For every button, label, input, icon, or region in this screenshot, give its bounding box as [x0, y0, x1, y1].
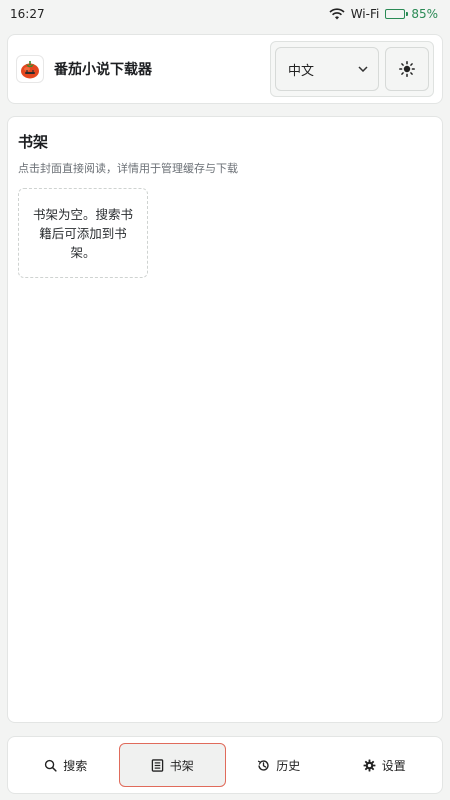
app-title: 番茄小说下载器 [54, 62, 152, 78]
nav-label: 书架 [169, 758, 194, 773]
nav-item-bookshelf[interactable]: 书架 [118, 743, 226, 787]
status-bar: 16:27 Wi-Fi 85% [0, 0, 450, 28]
status-indicators: Wi-Fi 85% [329, 7, 438, 21]
page-title: 书架 [18, 133, 49, 151]
nav-item-settings[interactable]: 设置 [332, 743, 438, 787]
status-time: 16:27 [10, 7, 45, 21]
gear-icon [363, 759, 376, 771]
bookshelf-icon [151, 758, 163, 772]
theme-toggle-button[interactable] [385, 47, 429, 91]
nav-label: 历史 [276, 758, 301, 773]
bottom-nav: 搜索 书架 历史 设置 [7, 736, 443, 794]
language-selected-value: 中文 [288, 63, 315, 79]
language-select[interactable]: 中文 [275, 47, 379, 91]
history-icon [258, 759, 269, 771]
page-description: 点击封面直接阅读，详情用于管理缓存与下载 [18, 162, 238, 175]
sun-icon [399, 61, 415, 77]
app-header: 番茄小说下载器 中文 [7, 34, 443, 104]
search-icon [45, 759, 57, 772]
bookshelf-panel: 书架 点击封面直接阅读，详情用于管理缓存与下载 书架为空。搜索书籍后可添加到书架… [7, 116, 443, 723]
wifi-icon [329, 8, 345, 20]
battery-indicator: 85% [385, 7, 438, 21]
nav-label: 搜索 [63, 758, 88, 773]
battery-icon [385, 9, 409, 19]
nav-item-history[interactable]: 历史 [226, 743, 332, 787]
chevron-down-icon [358, 66, 368, 72]
battery-percent: 85% [411, 7, 438, 21]
empty-shelf-message: 书架为空。搜索书籍后可添加到书架。 [33, 206, 134, 260]
header-controls: 中文 [270, 41, 434, 97]
wifi-label: Wi-Fi [350, 7, 380, 21]
tomato-logo-icon [16, 55, 44, 83]
nav-label: 设置 [381, 758, 406, 773]
nav-item-search[interactable]: 搜索 [13, 743, 119, 787]
empty-shelf-placeholder: 书架为空。搜索书籍后可添加到书架。 [18, 188, 148, 278]
